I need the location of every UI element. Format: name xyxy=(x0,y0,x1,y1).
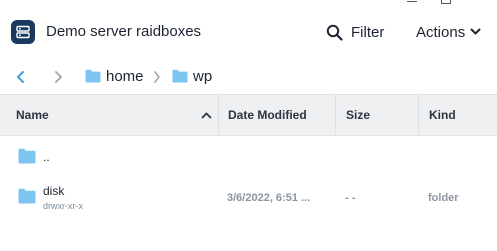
table-row[interactable]: .. xyxy=(0,142,497,182)
filter-button[interactable]: Filter xyxy=(326,21,384,43)
search-icon xyxy=(326,24,343,41)
row-date-modified: 3/6/2022, 6:51 ... xyxy=(227,192,311,204)
forward-icon[interactable] xyxy=(51,70,65,84)
folder-icon xyxy=(172,69,188,83)
chevron-right-icon xyxy=(154,71,160,83)
row-size: - - xyxy=(345,192,356,204)
breadcrumb-home[interactable]: home xyxy=(85,66,144,86)
path-bar: home wp xyxy=(0,64,497,94)
table-header: Name Date Modified Size Kind xyxy=(0,94,497,136)
server-icon xyxy=(11,20,35,44)
column-date-label: Date Modified xyxy=(228,108,307,122)
column-name-label: Name xyxy=(16,108,49,122)
back-icon[interactable] xyxy=(14,70,28,84)
breadcrumb-label: home xyxy=(106,67,144,85)
title-bar: Demo server raidboxes Filter Actions xyxy=(0,0,497,64)
row-kind: folder xyxy=(428,192,459,204)
row-permissions: drwxr-xr-x xyxy=(43,201,83,211)
column-kind[interactable]: Kind xyxy=(418,95,497,135)
column-size[interactable]: Size xyxy=(335,95,418,135)
breadcrumb-wp[interactable]: wp xyxy=(172,66,212,86)
folder-icon xyxy=(18,148,36,164)
filter-label: Filter xyxy=(351,23,385,41)
row-name: disk xyxy=(43,184,65,198)
table-row[interactable]: disk drwxr-xr-x 3/6/2022, 6:51 ... - - f… xyxy=(0,180,497,220)
actions-label: Actions xyxy=(416,23,466,41)
folder-icon xyxy=(85,69,101,83)
server-title: Demo server raidboxes xyxy=(46,23,202,40)
row-name: .. xyxy=(43,150,50,164)
actions-button[interactable]: Actions xyxy=(416,21,481,43)
column-name[interactable]: Name xyxy=(0,95,218,135)
chevron-down-icon xyxy=(470,28,481,35)
sort-ascending-icon xyxy=(201,112,212,119)
column-size-label: Size xyxy=(346,108,371,122)
folder-icon xyxy=(18,188,36,204)
column-kind-label: Kind xyxy=(429,108,456,122)
column-date-modified[interactable]: Date Modified xyxy=(218,95,335,135)
breadcrumb-label: wp xyxy=(193,67,213,85)
